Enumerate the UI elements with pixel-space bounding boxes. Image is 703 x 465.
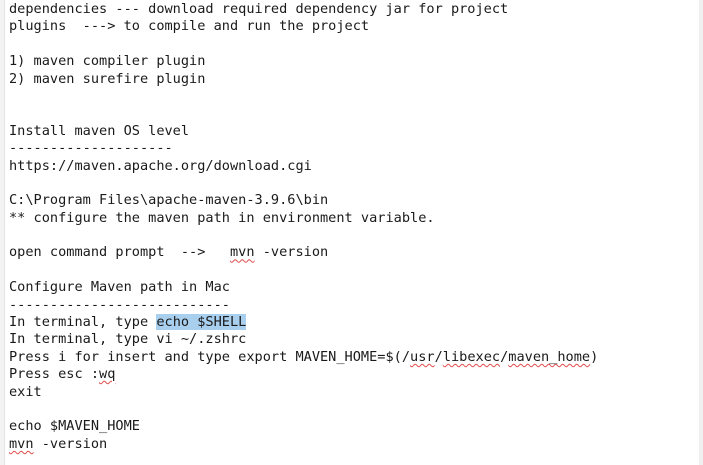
text-line: In terminal, type vi ~/.zshrc [9, 331, 247, 348]
text-line: Configure Maven path in Mac [9, 279, 230, 296]
text-segment: Press i for insert and type export MAVEN… [9, 348, 411, 365]
text-segment: Press esc : [9, 366, 100, 383]
text-segment: In terminal, type [9, 314, 157, 331]
vertical-scrollbar[interactable] [699, 0, 703, 465]
text-selection[interactable]: echo $SHELL [156, 314, 247, 331]
text-line: exit [9, 383, 42, 400]
text-line [9, 262, 695, 279]
text-line: --------------------------- [9, 296, 230, 313]
text-line: open command prompt --> mvn -version [9, 244, 695, 261]
text-line: In terminal, type echo $SHELL [9, 314, 695, 331]
text-line: dependencies --- download required depen… [9, 1, 509, 17]
spellcheck-word: usr [410, 348, 435, 365]
spellcheck-word: wq [99, 366, 116, 383]
text-line: -------------------- [9, 140, 173, 157]
text-segment: -version [33, 435, 108, 452]
text-line: plugins ---> to compile and run the proj… [9, 18, 370, 35]
text-segment: ) [590, 348, 599, 365]
text-segment: / [434, 348, 443, 365]
text-line: Press i for insert and type export MAVEN… [9, 349, 695, 366]
text-line: C:\Program Files\apache-maven-3.9.6\bin [9, 192, 329, 209]
text-segment: open command prompt --> [9, 244, 230, 261]
text-line: ** configure the maven path in environme… [9, 209, 435, 226]
editor-gutter [0, 0, 5, 465]
spellcheck-word: maven_home [508, 348, 591, 365]
text-line [9, 227, 695, 244]
text-line [9, 401, 695, 418]
text-line: echo $MAVEN_HOME [9, 418, 140, 435]
text-line [9, 105, 695, 122]
spellcheck-word: mvn [9, 435, 34, 452]
spellcheck-word: libexec [442, 348, 501, 365]
text-area[interactable]: dependencies --- download required depen… [9, 1, 695, 453]
text-line: Install maven OS level [9, 122, 190, 139]
spellcheck-word: mvn [229, 244, 255, 261]
text-line: 2) maven surefire plugin [9, 70, 206, 87]
text-editor[interactable]: dependencies --- download required depen… [0, 0, 703, 465]
text-line: Press esc :wq [9, 366, 695, 383]
text-line: https://maven.apache.org/download.cgi [9, 157, 312, 174]
text-line: 1) maven compiler plugin [9, 53, 206, 70]
text-line [9, 175, 695, 192]
text-line: mvn -version [9, 436, 695, 453]
text-line [9, 36, 695, 53]
text-segment: -version [254, 244, 329, 261]
text-line [9, 88, 695, 105]
